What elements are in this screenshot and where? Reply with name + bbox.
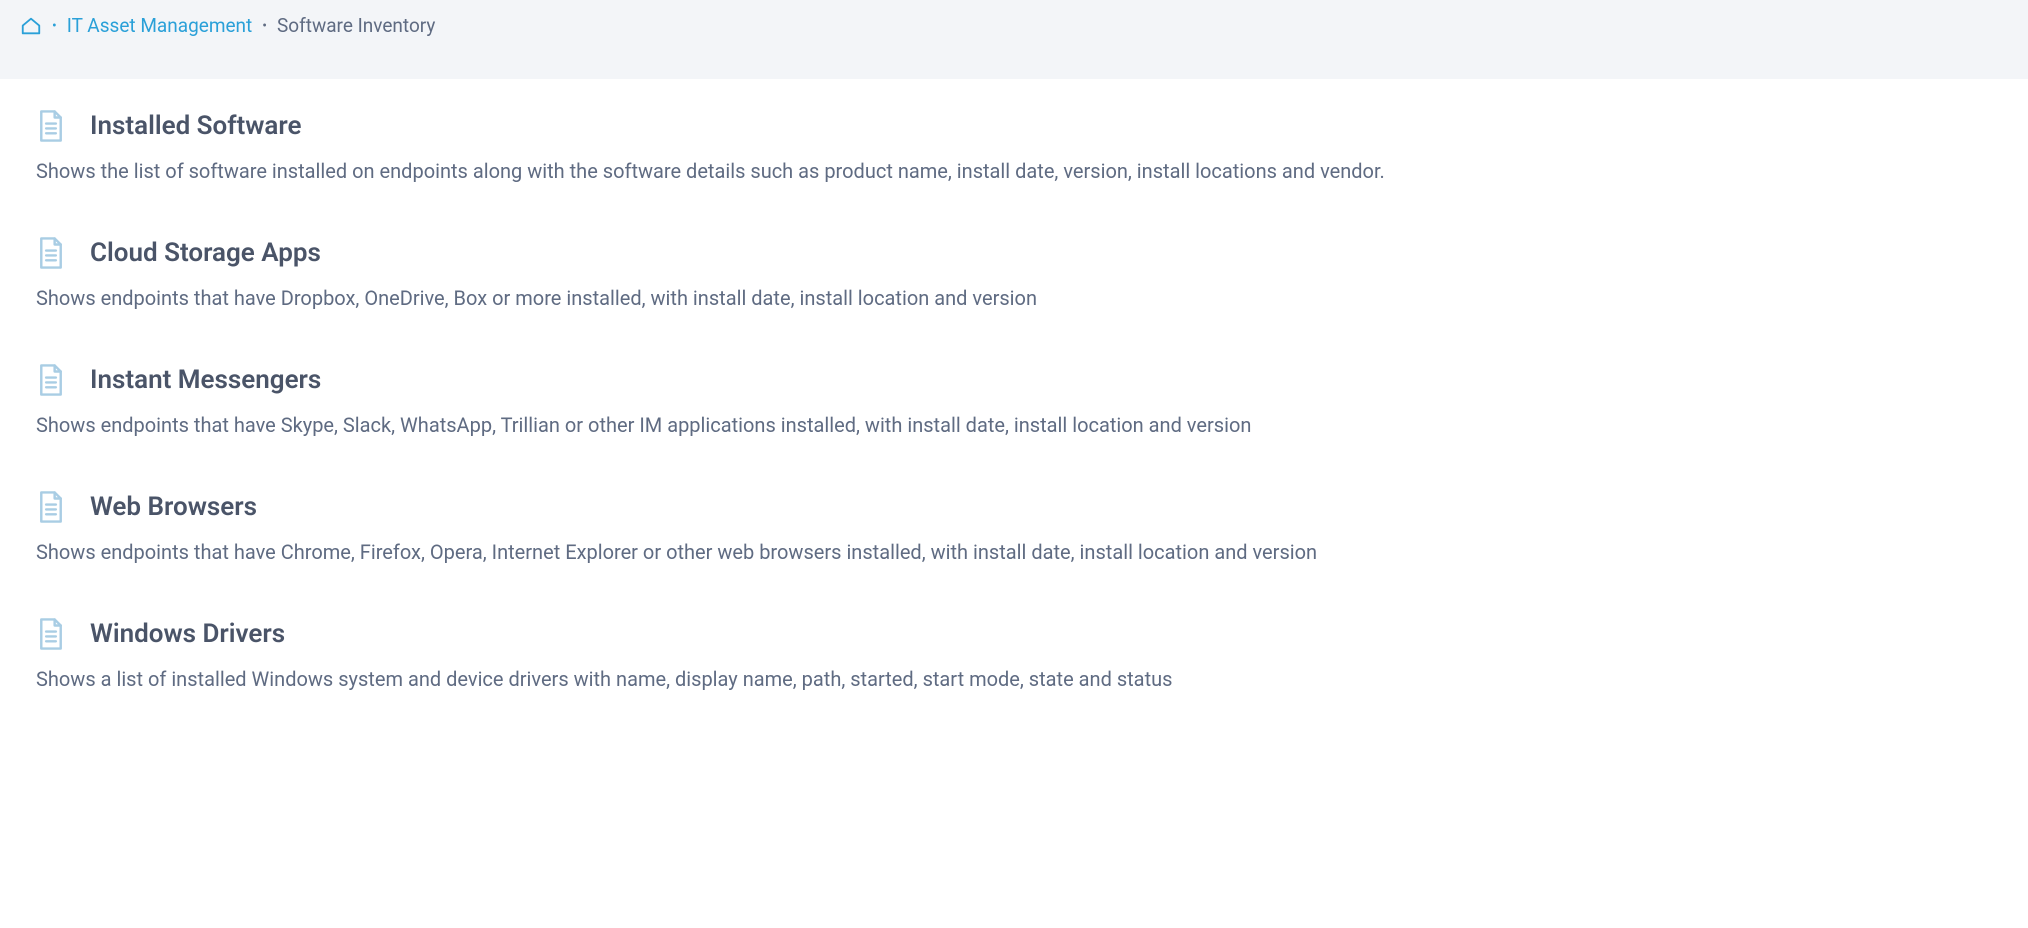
report-title[interactable]: Installed Software (90, 111, 302, 141)
breadcrumb-current: Software Inventory (277, 14, 435, 37)
document-icon (36, 617, 66, 651)
report-item-web-browsers: Web Browsers Shows endpoints that have C… (36, 490, 1992, 567)
report-description: Shows the list of software installed on … (36, 157, 1992, 186)
report-header: Windows Drivers (36, 617, 1992, 651)
report-item-instant-messengers: Instant Messengers Shows endpoints that … (36, 363, 1992, 440)
report-header: Installed Software (36, 109, 1992, 143)
document-icon (36, 109, 66, 143)
breadcrumb-separator: • (262, 19, 267, 33)
document-icon (36, 236, 66, 270)
report-description: Shows endpoints that have Dropbox, OneDr… (36, 284, 1992, 313)
report-item-windows-drivers: Windows Drivers Shows a list of installe… (36, 617, 1992, 694)
breadcrumb: • IT Asset Management • Software Invento… (0, 0, 2028, 79)
report-title[interactable]: Instant Messengers (90, 365, 321, 395)
report-description: Shows endpoints that have Skype, Slack, … (36, 411, 1992, 440)
report-title[interactable]: Web Browsers (90, 492, 257, 522)
breadcrumb-separator: • (52, 19, 57, 33)
report-item-cloud-storage-apps: Cloud Storage Apps Shows endpoints that … (36, 236, 1992, 313)
report-item-installed-software: Installed Software Shows the list of sof… (36, 109, 1992, 186)
report-title[interactable]: Cloud Storage Apps (90, 238, 321, 268)
report-header: Cloud Storage Apps (36, 236, 1992, 270)
report-header: Instant Messengers (36, 363, 1992, 397)
document-icon (36, 363, 66, 397)
report-description: Shows a list of installed Windows system… (36, 665, 1992, 694)
document-icon (36, 490, 66, 524)
report-description: Shows endpoints that have Chrome, Firefo… (36, 538, 1992, 567)
home-icon[interactable] (20, 15, 42, 37)
report-title[interactable]: Windows Drivers (90, 619, 285, 649)
breadcrumb-parent-link[interactable]: IT Asset Management (67, 14, 253, 37)
report-header: Web Browsers (36, 490, 1992, 524)
report-list: Installed Software Shows the list of sof… (0, 79, 2028, 784)
